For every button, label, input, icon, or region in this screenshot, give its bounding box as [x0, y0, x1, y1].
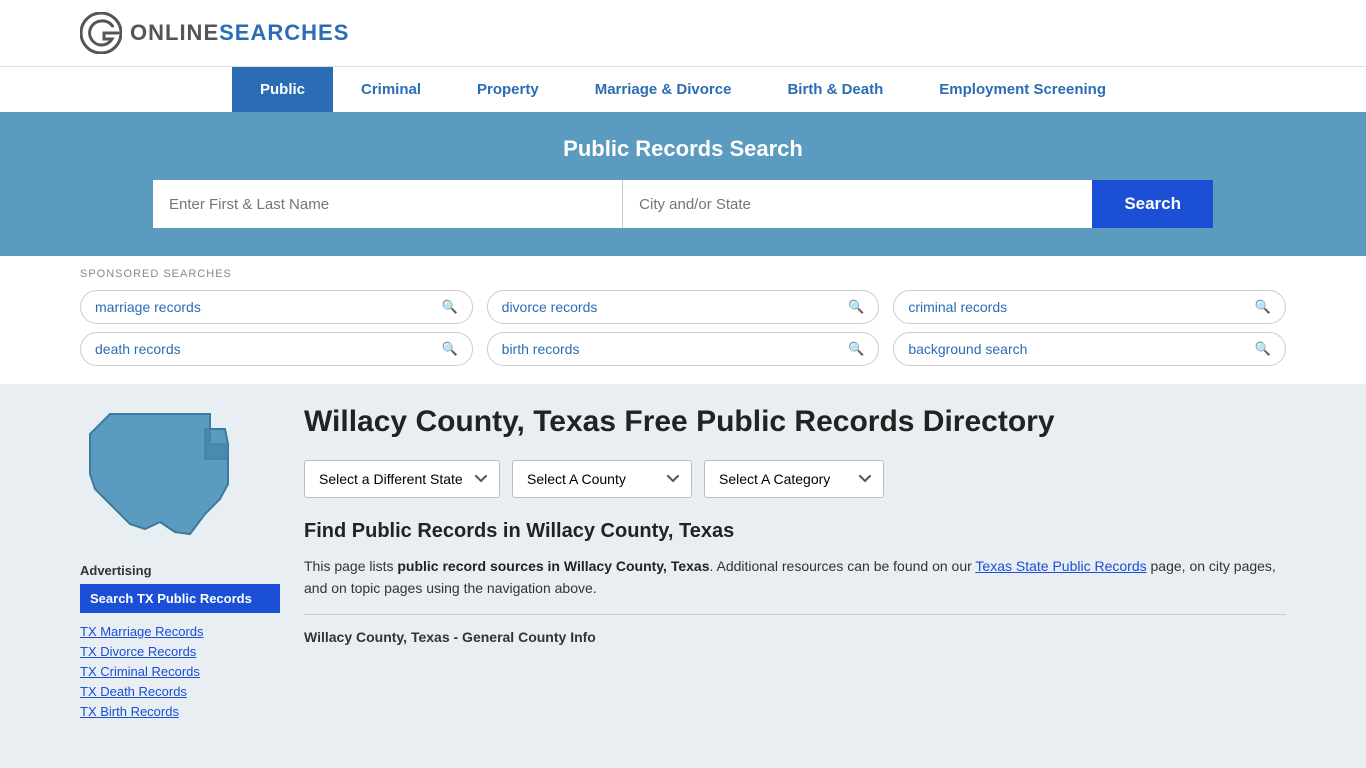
- sidebar-ad-button[interactable]: Search TX Public Records: [80, 584, 280, 613]
- sidebar-link-2[interactable]: TX Criminal Records: [80, 663, 280, 679]
- sponsored-grid: marriage records 🔍 divorce records 🔍 cri…: [80, 290, 1286, 366]
- sponsored-tag-label-2: criminal records: [908, 299, 1007, 315]
- desc-bold: public record sources in Willacy County,…: [397, 558, 709, 574]
- sponsored-tag-0[interactable]: marriage records 🔍: [80, 290, 473, 324]
- dropdowns-row: Select a Different State Select A County…: [304, 460, 1286, 498]
- county-dropdown[interactable]: Select A County: [512, 460, 692, 498]
- sponsored-tag-4[interactable]: birth records 🔍: [487, 332, 880, 366]
- description-text: This page lists public record sources in…: [304, 555, 1286, 600]
- search-button[interactable]: Search: [1092, 180, 1213, 228]
- sponsored-tag-2[interactable]: criminal records 🔍: [893, 290, 1286, 324]
- find-records-title: Find Public Records in Willacy County, T…: [304, 520, 1286, 543]
- hero-title: Public Records Search: [80, 136, 1286, 162]
- sidebar-link-4[interactable]: TX Birth Records: [80, 703, 280, 719]
- category-dropdown[interactable]: Select A Category: [704, 460, 884, 498]
- nav-employment[interactable]: Employment Screening: [911, 67, 1134, 112]
- sponsored-section: SPONSORED SEARCHES marriage records 🔍 di…: [0, 256, 1366, 384]
- sidebar-link-1[interactable]: TX Divorce Records: [80, 643, 280, 659]
- header: ONLINESEARCHES: [0, 0, 1366, 66]
- logo-searches: SEARCHES: [219, 20, 349, 45]
- nav-property[interactable]: Property: [449, 67, 567, 112]
- sponsored-tag-label-0: marriage records: [95, 299, 201, 315]
- main-nav: Public Criminal Property Marriage & Divo…: [0, 66, 1366, 112]
- logo: ONLINESEARCHES: [80, 12, 349, 54]
- sponsored-tag-5[interactable]: background search 🔍: [893, 332, 1286, 366]
- logo-icon: [80, 12, 122, 54]
- search-icon-5: 🔍: [1255, 341, 1271, 357]
- main-content: Advertising Search TX Public Records TX …: [0, 384, 1366, 743]
- sidebar-links: TX Marriage Records TX Divorce Records T…: [80, 623, 280, 719]
- texas-map-icon: [80, 404, 240, 544]
- sponsored-tag-label-3: death records: [95, 341, 181, 357]
- desc-part1: This page lists: [304, 558, 397, 574]
- sponsored-tag-label-5: background search: [908, 341, 1027, 357]
- nav-birth-death[interactable]: Birth & Death: [759, 67, 911, 112]
- sidebar: Advertising Search TX Public Records TX …: [80, 404, 280, 723]
- page-title: Willacy County, Texas Free Public Record…: [304, 404, 1286, 440]
- county-info-header: Willacy County, Texas - General County I…: [304, 614, 1286, 645]
- state-dropdown[interactable]: Select a Different State: [304, 460, 500, 498]
- content-area: Willacy County, Texas Free Public Record…: [304, 404, 1286, 723]
- sidebar-link-0[interactable]: TX Marriage Records: [80, 623, 280, 639]
- sponsored-label: SPONSORED SEARCHES: [80, 268, 1286, 280]
- search-icon-1: 🔍: [848, 299, 864, 315]
- desc-link[interactable]: Texas State Public Records: [975, 558, 1146, 574]
- sponsored-tag-1[interactable]: divorce records 🔍: [487, 290, 880, 324]
- advertising-label: Advertising: [80, 563, 280, 578]
- nav-public[interactable]: Public: [232, 67, 333, 112]
- logo-online: ONLINE: [130, 20, 219, 45]
- search-icon-3: 🔍: [441, 341, 457, 357]
- sidebar-link-3[interactable]: TX Death Records: [80, 683, 280, 699]
- search-icon-0: 🔍: [441, 299, 457, 315]
- logo-text: ONLINESEARCHES: [130, 20, 349, 46]
- search-icon-4: 🔍: [848, 341, 864, 357]
- sponsored-tag-3[interactable]: death records 🔍: [80, 332, 473, 366]
- hero-section: Public Records Search Search: [0, 112, 1366, 256]
- nav-criminal[interactable]: Criminal: [333, 67, 449, 112]
- nav-marriage-divorce[interactable]: Marriage & Divorce: [567, 67, 760, 112]
- sponsored-tag-label-1: divorce records: [502, 299, 598, 315]
- location-input[interactable]: [623, 180, 1092, 228]
- name-input[interactable]: [153, 180, 623, 228]
- sponsored-tag-label-4: birth records: [502, 341, 580, 357]
- search-bar: Search: [153, 180, 1213, 228]
- desc-part2: . Additional resources can be found on o…: [709, 558, 975, 574]
- search-icon-2: 🔍: [1255, 299, 1271, 315]
